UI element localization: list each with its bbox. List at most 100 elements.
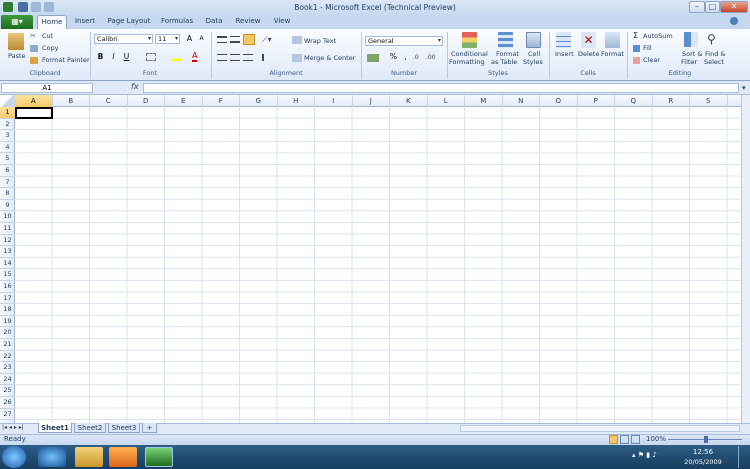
column-header[interactable]: P	[578, 95, 615, 107]
clear-button[interactable]: Clear	[643, 56, 660, 64]
column-header[interactable]: D	[128, 95, 165, 107]
help-icon[interactable]	[730, 17, 738, 25]
find-select-label-2[interactable]: Select	[704, 58, 724, 66]
row-header[interactable]: 24	[0, 374, 15, 386]
insert-sheet-icon[interactable]: +	[142, 423, 157, 433]
column-header[interactable]: O	[540, 95, 578, 107]
row-header[interactable]: 3	[0, 130, 15, 142]
vertical-scrollbar[interactable]	[741, 95, 750, 423]
tray-icons[interactable]: ▴ ⚑ ▮ ♪	[632, 451, 657, 459]
column-header[interactable]: N	[503, 95, 540, 107]
maximize-button[interactable]: □	[705, 1, 720, 13]
cut-button[interactable]: Cut	[42, 32, 53, 40]
cell-area[interactable]	[15, 107, 741, 423]
row-header[interactable]: 20	[0, 327, 15, 339]
sort-filter-label-2[interactable]: Filter	[681, 58, 697, 66]
number-format-combo[interactable]: General	[365, 36, 443, 46]
row-header[interactable]: 18	[0, 304, 15, 316]
italic-button[interactable]: I	[108, 52, 119, 62]
sheet-tab-sheet3[interactable]: Sheet3	[108, 423, 140, 433]
sheet-tab-sheet1[interactable]: Sheet1	[38, 423, 72, 433]
tab-insert[interactable]: Insert	[70, 15, 100, 29]
row-header[interactable]: 13	[0, 246, 15, 258]
file-explorer-icon[interactable]	[75, 447, 103, 467]
excel-taskbar-icon[interactable]	[145, 447, 173, 467]
start-button-icon[interactable]	[2, 446, 26, 468]
tab-page-layout[interactable]: Page Layout	[104, 15, 154, 29]
zoom-slider-handle[interactable]	[704, 436, 708, 443]
column-header[interactable]: K	[390, 95, 428, 107]
bold-button[interactable]: B	[95, 52, 106, 62]
row-header[interactable]: 25	[0, 385, 15, 397]
insert-function-button[interactable]: fx	[131, 82, 139, 91]
find-select-label[interactable]: Find &	[705, 50, 725, 58]
wrap-text-button[interactable]: Wrap Text	[304, 37, 336, 45]
cell-styles-label[interactable]: Cell	[528, 50, 540, 58]
sheet-nav-arrows-icon[interactable]: |◂ ◂ ▸ ▸|	[2, 424, 24, 431]
conditional-formatting-icon[interactable]	[462, 32, 477, 48]
row-header[interactable]: 16	[0, 281, 15, 293]
formula-input[interactable]	[143, 83, 739, 93]
file-tab[interactable]: ▦▾	[1, 15, 33, 29]
zoom-level[interactable]: 100%	[646, 435, 666, 443]
tab-home[interactable]: Home	[37, 15, 67, 29]
tab-data[interactable]: Data	[200, 15, 228, 29]
column-header[interactable]: B	[53, 95, 90, 107]
row-header[interactable]: 10	[0, 211, 15, 223]
align-top-icon[interactable]	[217, 36, 227, 43]
cell-styles-icon[interactable]	[526, 32, 541, 48]
row-header[interactable]: 22	[0, 351, 15, 363]
merge-center-button[interactable]: Merge & Center	[304, 54, 355, 62]
paste-button[interactable]: Paste	[8, 52, 26, 60]
row-header[interactable]: 7	[0, 177, 15, 189]
active-cell[interactable]	[15, 107, 53, 119]
row-header[interactable]: 14	[0, 258, 15, 270]
row-header[interactable]: 5	[0, 153, 15, 165]
column-header[interactable]: L	[428, 95, 465, 107]
align-center-icon[interactable]	[230, 54, 240, 61]
format-painter-button[interactable]: Format Painter	[42, 56, 90, 64]
comma-button[interactable]: ,	[400, 52, 411, 62]
row-header[interactable]: 6	[0, 165, 15, 177]
paste-icon[interactable]	[8, 33, 24, 50]
column-header[interactable]: R	[653, 95, 690, 107]
tab-formulas[interactable]: Formulas	[158, 15, 196, 29]
row-header[interactable]: 26	[0, 397, 15, 409]
align-middle-icon[interactable]	[230, 36, 240, 43]
row-header[interactable]: 1	[0, 107, 15, 119]
tab-review[interactable]: Review	[232, 15, 264, 29]
column-header[interactable]: F	[203, 95, 240, 107]
column-header[interactable]: J	[353, 95, 390, 107]
indent-icon[interactable]	[262, 54, 272, 61]
column-header[interactable]: E	[165, 95, 203, 107]
row-header[interactable]: 17	[0, 293, 15, 305]
conditional-formatting-label-2[interactable]: Formatting	[449, 58, 485, 66]
column-header[interactable]: I	[315, 95, 353, 107]
borders-icon[interactable]	[146, 53, 156, 61]
conditional-formatting-label[interactable]: Conditional	[451, 50, 488, 58]
row-header[interactable]: 4	[0, 142, 15, 154]
underline-button[interactable]: U	[121, 52, 132, 62]
tab-view[interactable]: View	[268, 15, 296, 29]
row-header[interactable]: 9	[0, 200, 15, 212]
page-layout-view-icon[interactable]	[620, 435, 629, 444]
currency-icon[interactable]	[367, 54, 379, 62]
align-left-icon[interactable]	[217, 54, 227, 61]
row-header[interactable]: 27	[0, 409, 15, 421]
fill-color-icon[interactable]	[172, 53, 182, 61]
format-cells-icon[interactable]	[605, 32, 620, 48]
font-size-combo[interactable]: 11	[155, 34, 180, 44]
delete-cells-button[interactable]: Delete	[578, 50, 599, 58]
row-header[interactable]: 19	[0, 316, 15, 328]
media-player-icon[interactable]	[109, 447, 137, 467]
format-cells-button[interactable]: Format	[601, 50, 624, 58]
format-as-table-icon[interactable]	[498, 32, 513, 48]
cell-styles-label-2[interactable]: Styles	[523, 58, 543, 66]
column-header[interactable]: C	[90, 95, 128, 107]
row-header[interactable]: 11	[0, 223, 15, 235]
row-header[interactable]: 2	[0, 119, 15, 131]
binoculars-icon[interactable]: ⚲	[707, 32, 716, 46]
internet-explorer-icon[interactable]	[38, 447, 66, 467]
column-header[interactable]: S	[690, 95, 728, 107]
decrease-decimal-icon[interactable]: .00	[426, 54, 436, 61]
